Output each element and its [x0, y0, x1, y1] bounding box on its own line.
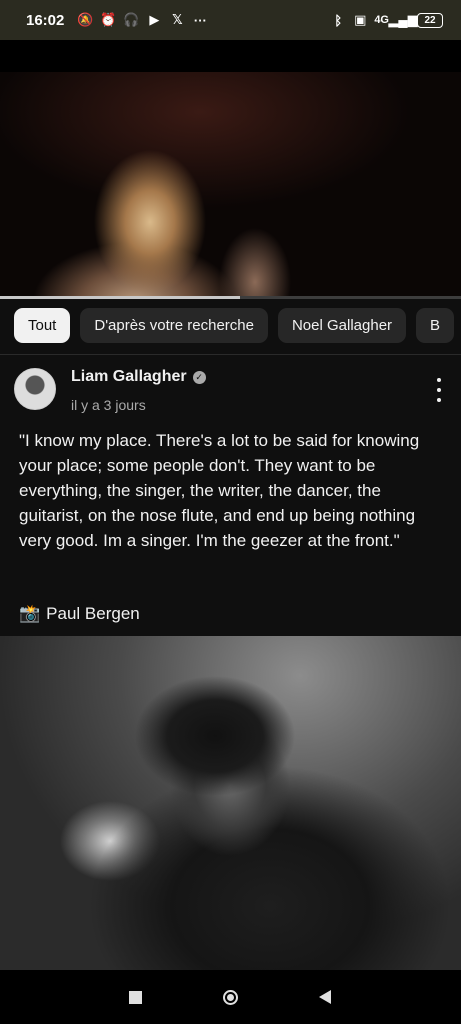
- signal-icon: ▂▄▆: [388, 12, 418, 27]
- dot-icon: [437, 378, 441, 382]
- dot-icon: [437, 398, 441, 402]
- post-credit: 📸 Paul Bergen: [19, 601, 140, 626]
- headphones-icon: 🎧: [123, 12, 140, 27]
- x-icon: 𝕏: [172, 12, 183, 27]
- network-label: 4G: [374, 14, 389, 26]
- verified-icon: ✓: [192, 370, 206, 384]
- chip-based-on-search[interactable]: D'après votre recherche: [80, 308, 268, 343]
- post-text: "I know my place. There's a lot to be sa…: [19, 431, 420, 550]
- battery-icon: 22: [417, 12, 443, 28]
- video-progress-fill: [0, 296, 240, 299]
- author-row: Liam Gallagher ✓: [71, 368, 206, 386]
- video-progress-bar[interactable]: [0, 296, 461, 299]
- status-bar: 16:02 🔕 ⏰ 🎧 ▶ 𝕏 ··· ᛒ ▣ 4G ▂▄▆ 22: [0, 0, 461, 40]
- post-time: il y a 3 jours: [71, 397, 146, 413]
- divider: [0, 354, 461, 355]
- chip-all[interactable]: Tout: [14, 308, 71, 343]
- video-player[interactable]: [0, 40, 461, 298]
- system-nav-bar: [0, 970, 461, 1024]
- status-time: 16:02: [26, 11, 65, 29]
- recents-button[interactable]: [124, 986, 146, 1008]
- notifications-off-icon: 🔕: [77, 12, 94, 27]
- video-frame[interactable]: [0, 72, 461, 298]
- home-button[interactable]: [219, 986, 241, 1008]
- post-header: Liam Gallagher ✓ il y a 3 jours: [14, 368, 449, 418]
- more-options-button[interactable]: [429, 378, 449, 402]
- author-name[interactable]: Liam Gallagher: [71, 368, 187, 386]
- volte-icon: ▣: [354, 12, 367, 27]
- chip-more[interactable]: B: [416, 308, 455, 343]
- filter-chips: Tout D'après votre recherche Noel Gallag…: [14, 308, 455, 343]
- recents-icon: [128, 990, 142, 1004]
- youtube-icon: ▶: [149, 12, 160, 27]
- back-button[interactable]: [314, 986, 336, 1008]
- bluetooth-icon: ᛒ: [334, 12, 343, 28]
- credit-name: Paul Bergen: [46, 604, 140, 623]
- alarm-icon: ⏰: [100, 12, 117, 27]
- more-icon: ···: [193, 12, 207, 28]
- home-icon: [222, 989, 238, 1005]
- avatar[interactable]: [14, 368, 56, 410]
- camera-icon: 📸: [19, 604, 41, 623]
- back-icon: [319, 990, 331, 1004]
- post-image[interactable]: [0, 636, 461, 970]
- dot-icon: [437, 388, 441, 392]
- chip-noel-gallagher[interactable]: Noel Gallagher: [277, 308, 407, 343]
